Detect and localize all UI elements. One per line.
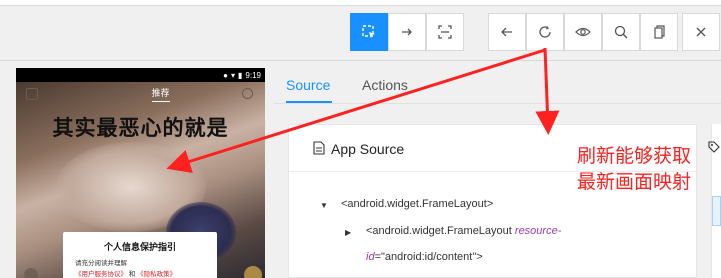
annotation-text: 刷新能够获取 最新画面映射 [577,143,691,195]
annotation-line-1: 刷新能够获取 [577,145,692,167]
annotation-line-2: 最新画面映射 [577,171,692,193]
arrow-to-refresh-down [535,47,560,135]
annotation-arrows [166,47,560,173]
arrow-to-device [166,48,546,173]
